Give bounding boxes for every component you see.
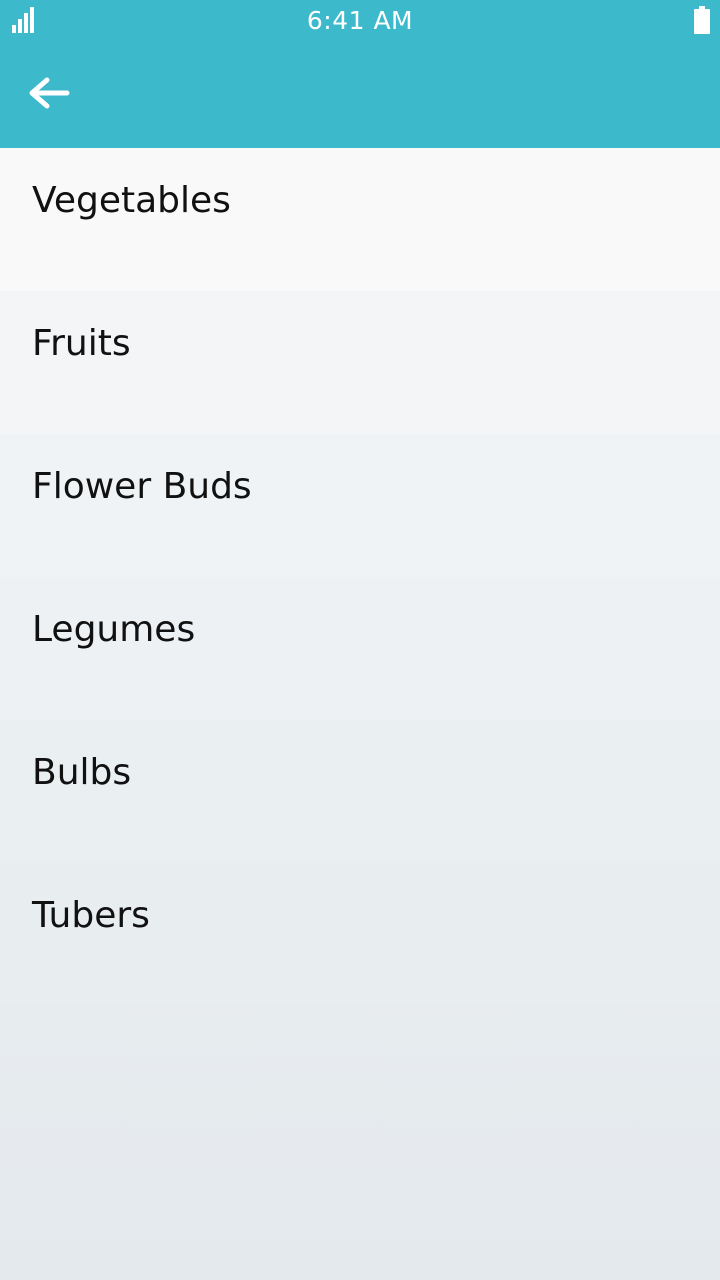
list-item-vegetables[interactable]: Vegetables — [0, 148, 720, 291]
list-item-label: Bulbs — [32, 752, 132, 793]
list-item-legumes[interactable]: Legumes — [0, 577, 720, 720]
list-item-label: Tubers — [32, 895, 150, 936]
status-time: 6:41 AM — [306, 6, 414, 35]
list-item-fruits[interactable]: Fruits — [0, 291, 720, 434]
list-item-label: Legumes — [32, 609, 196, 650]
list-item-label: Flower Buds — [32, 466, 252, 507]
app-bar — [0, 42, 720, 148]
list-item-flower-buds[interactable]: Flower Buds — [0, 434, 720, 577]
list-item-tubers[interactable]: Tubers — [0, 863, 720, 1006]
list-item-bulbs[interactable]: Bulbs — [0, 720, 720, 863]
list-item-label: Vegetables — [32, 180, 231, 221]
category-list: Vegetables Fruits Flower Buds Legumes Bu… — [0, 148, 720, 1006]
list-item-label: Fruits — [32, 323, 131, 364]
battery-icon — [694, 6, 710, 34]
status-bar: 6:41 AM — [0, 0, 720, 42]
back-button[interactable] — [18, 62, 80, 124]
arrow-left-icon — [29, 77, 70, 109]
